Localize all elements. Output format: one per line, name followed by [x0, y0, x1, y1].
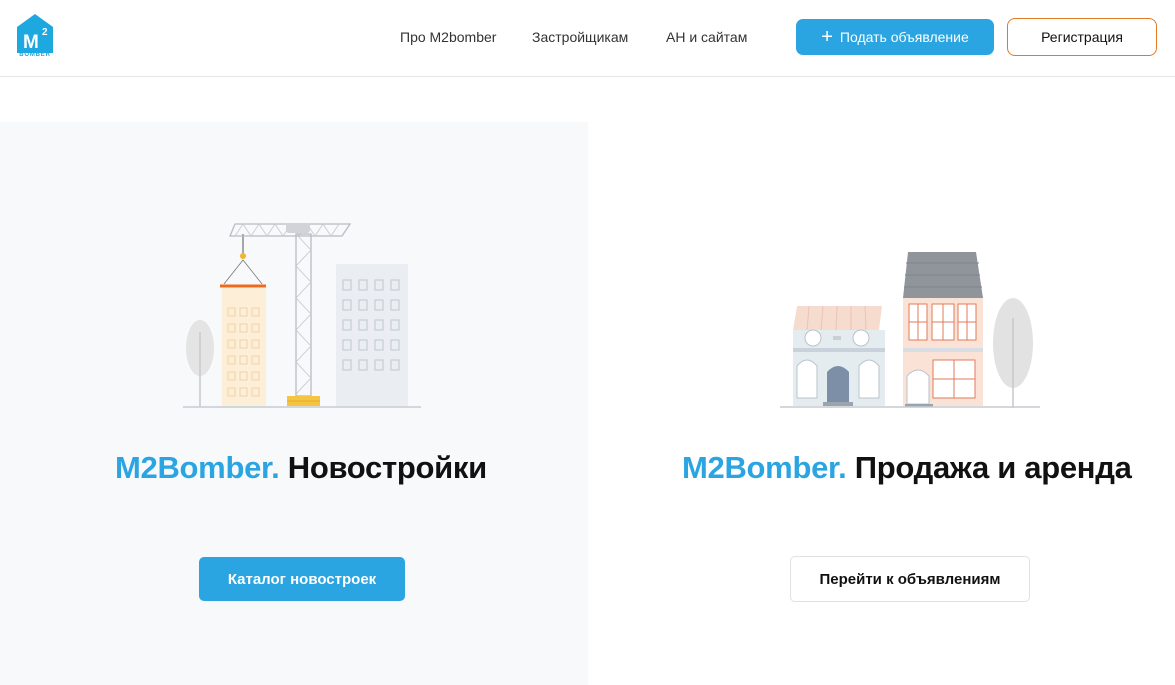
- logo-wordmark: BOMBER: [19, 52, 51, 58]
- nav-developers[interactable]: Застройщикам: [532, 29, 628, 45]
- townhouses-illustration: [780, 252, 1040, 408]
- brand-label: M2Bomber.: [115, 450, 280, 485]
- brand-label: M2Bomber.: [682, 450, 847, 485]
- svg-text:M: M: [23, 32, 39, 53]
- nav-about[interactable]: Про M2bomber: [400, 29, 496, 45]
- listings-button[interactable]: Перейти к объявлениям: [790, 556, 1030, 602]
- new-buildings-heading: M2Bomber. Новостройки: [115, 450, 487, 486]
- catalog-button[interactable]: Каталог новостроек: [199, 557, 405, 601]
- plus-icon: +: [821, 26, 833, 48]
- post-ad-button[interactable]: + Подать объявление: [796, 19, 994, 55]
- post-ad-label: Подать объявление: [839, 29, 969, 45]
- section-title: Продажа и аренда: [854, 450, 1132, 485]
- section-title: Новостройки: [287, 450, 487, 485]
- sale-rent-heading: M2Bomber. Продажа и аренда: [682, 450, 1132, 486]
- site-header: M 2 BOMBER Про M2bomber Застройщикам АН …: [0, 0, 1175, 77]
- construction-crane-illustration: [183, 223, 421, 408]
- svg-text:2: 2: [42, 27, 48, 38]
- register-button[interactable]: Регистрация: [1007, 18, 1157, 56]
- nav-agencies[interactable]: АН и сайтам: [666, 29, 747, 45]
